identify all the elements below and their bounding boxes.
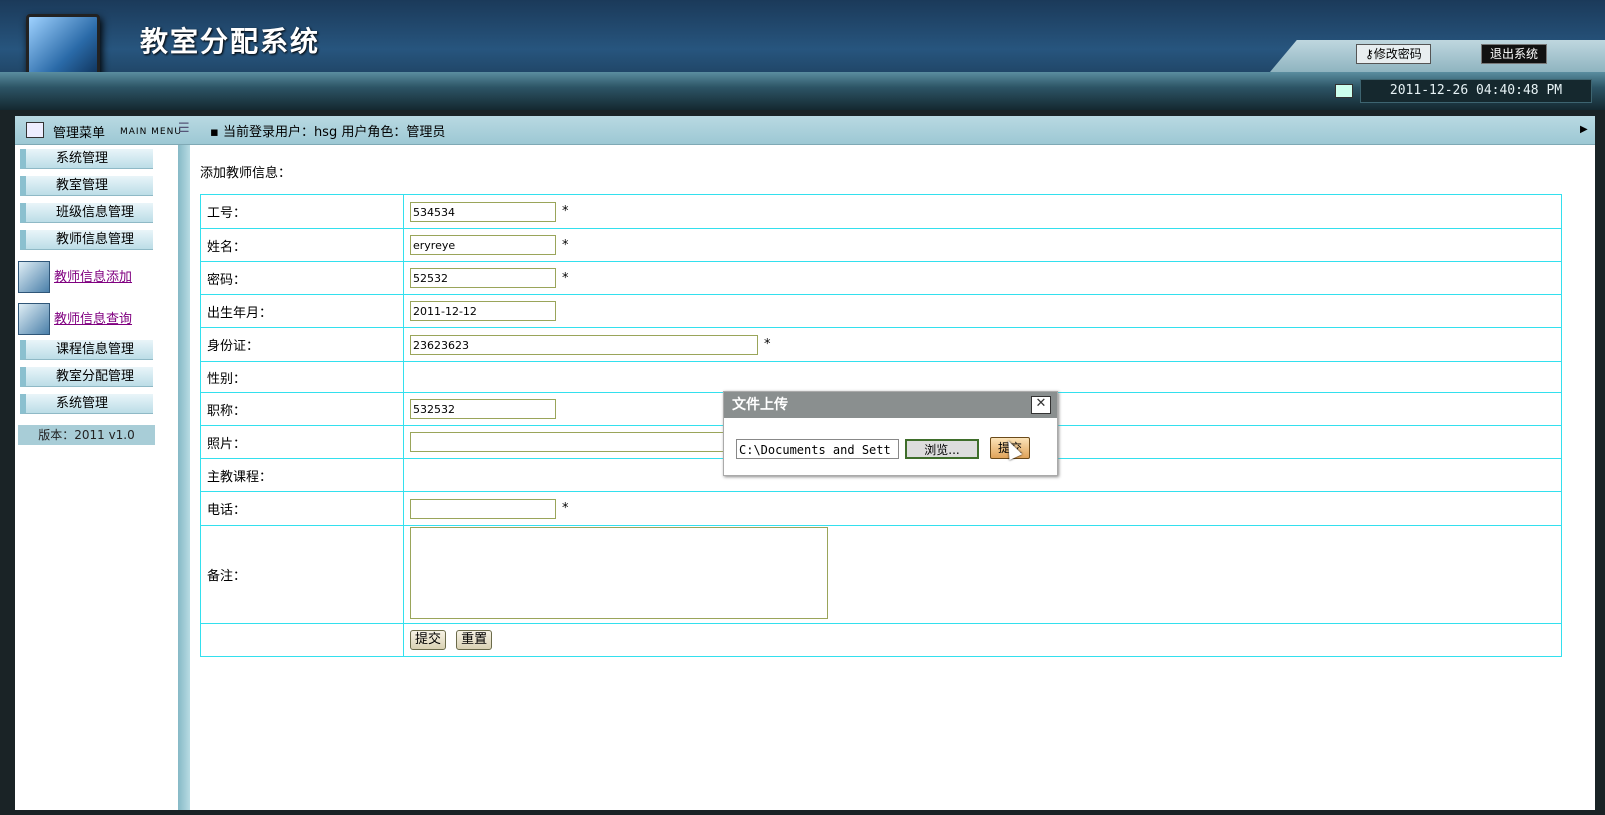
menu-list-icon (26, 122, 44, 138)
label-password: 密码： (200, 261, 404, 295)
label-course: 主教课程： (200, 458, 404, 492)
birth-input[interactable]: 2011-12-12 (410, 301, 556, 321)
required-mark: * (562, 270, 569, 286)
sidebar-item-system[interactable]: 系统管理 (20, 149, 153, 169)
label-photo: 照片： (200, 425, 404, 459)
sidebar-link-label[interactable]: 教师信息查询 (54, 308, 132, 327)
label-birth: 出生年月： (200, 294, 404, 328)
label-idcard: 身份证： (200, 327, 404, 362)
header-wave-decoration (1270, 40, 1605, 72)
sidebar-link-label[interactable]: 教师信息添加 (54, 266, 132, 285)
sidebar-item-system-2[interactable]: 系统管理 (20, 394, 153, 414)
sidebar-item-class-info[interactable]: 班级信息管理 (20, 203, 153, 223)
key-icon: ⚷ (1365, 47, 1374, 61)
label-gender: 性别： (200, 361, 404, 393)
gender-cell (403, 361, 1562, 393)
dialog-title: 文件上传 (724, 392, 1057, 418)
phone-input[interactable] (410, 498, 556, 519)
form-heading: 添加教师信息： (200, 166, 292, 181)
menu-title: 管理菜单 (53, 126, 106, 141)
menu-subtitle: MAIN MENU (120, 127, 182, 137)
menu-lines-icon[interactable]: ☰ (178, 121, 190, 136)
sidebar-item-classroom-allocation[interactable]: 教室分配管理 (20, 367, 153, 387)
sidebar-item-course-info[interactable]: 课程信息管理 (20, 340, 153, 360)
label-phone: 电话： (200, 491, 404, 526)
required-mark: * (562, 204, 569, 219)
file-path-input[interactable]: C:\Documents and Sett (736, 439, 899, 459)
remark-textarea[interactable] (410, 526, 828, 619)
required-mark: * (562, 501, 569, 516)
idcard-input[interactable]: 23623623 (410, 334, 758, 355)
datetime-display: 2011-12-26 04:40:48 PM (1360, 79, 1592, 103)
required-mark: * (562, 237, 569, 253)
name-input[interactable]: eryreye (410, 235, 556, 255)
change-password-button[interactable]: ⚷修改密码 (1356, 44, 1431, 64)
current-user-info: ▪ 当前登录用户：hsg 用户角色：管理员 (210, 125, 446, 140)
id-input[interactable]: 534534 (410, 201, 556, 222)
teacher-icon (18, 303, 50, 335)
logout-button[interactable]: 退出系统 (1481, 44, 1548, 64)
label-id: 工号： (200, 194, 404, 229)
sidebar-divider[interactable] (178, 145, 190, 810)
label-name: 姓名： (200, 228, 404, 262)
empty-label-cell (200, 623, 404, 657)
browse-button[interactable]: 浏览... (905, 439, 979, 459)
teacher-icon (18, 261, 50, 293)
close-icon[interactable]: ✕ (1031, 396, 1051, 414)
title-input[interactable]: 532532 (410, 399, 556, 419)
version-label: 版本：2011 v1.0 (18, 425, 155, 445)
photo-input[interactable] (410, 432, 730, 452)
upload-dialog: 文件上传 ✕ C:\Documents and Sett 浏览... 提交 (723, 391, 1058, 476)
computer-icon (1335, 84, 1353, 98)
sidebar-item-teacher-info[interactable]: 教师信息管理 (20, 230, 153, 250)
required-mark: * (764, 337, 771, 352)
submit-button[interactable]: 提交 (410, 630, 447, 650)
password-input[interactable]: 52532 (410, 268, 556, 288)
reset-button[interactable]: 重置 (456, 630, 493, 650)
label-title: 职称： (200, 392, 404, 426)
collapse-arrow-icon[interactable]: ▶ (1580, 124, 1588, 135)
app-title: 教室分配系统 (140, 25, 321, 58)
label-remark: 备注： (200, 525, 404, 624)
sidebar-item-classroom[interactable]: 教室管理 (20, 176, 153, 196)
